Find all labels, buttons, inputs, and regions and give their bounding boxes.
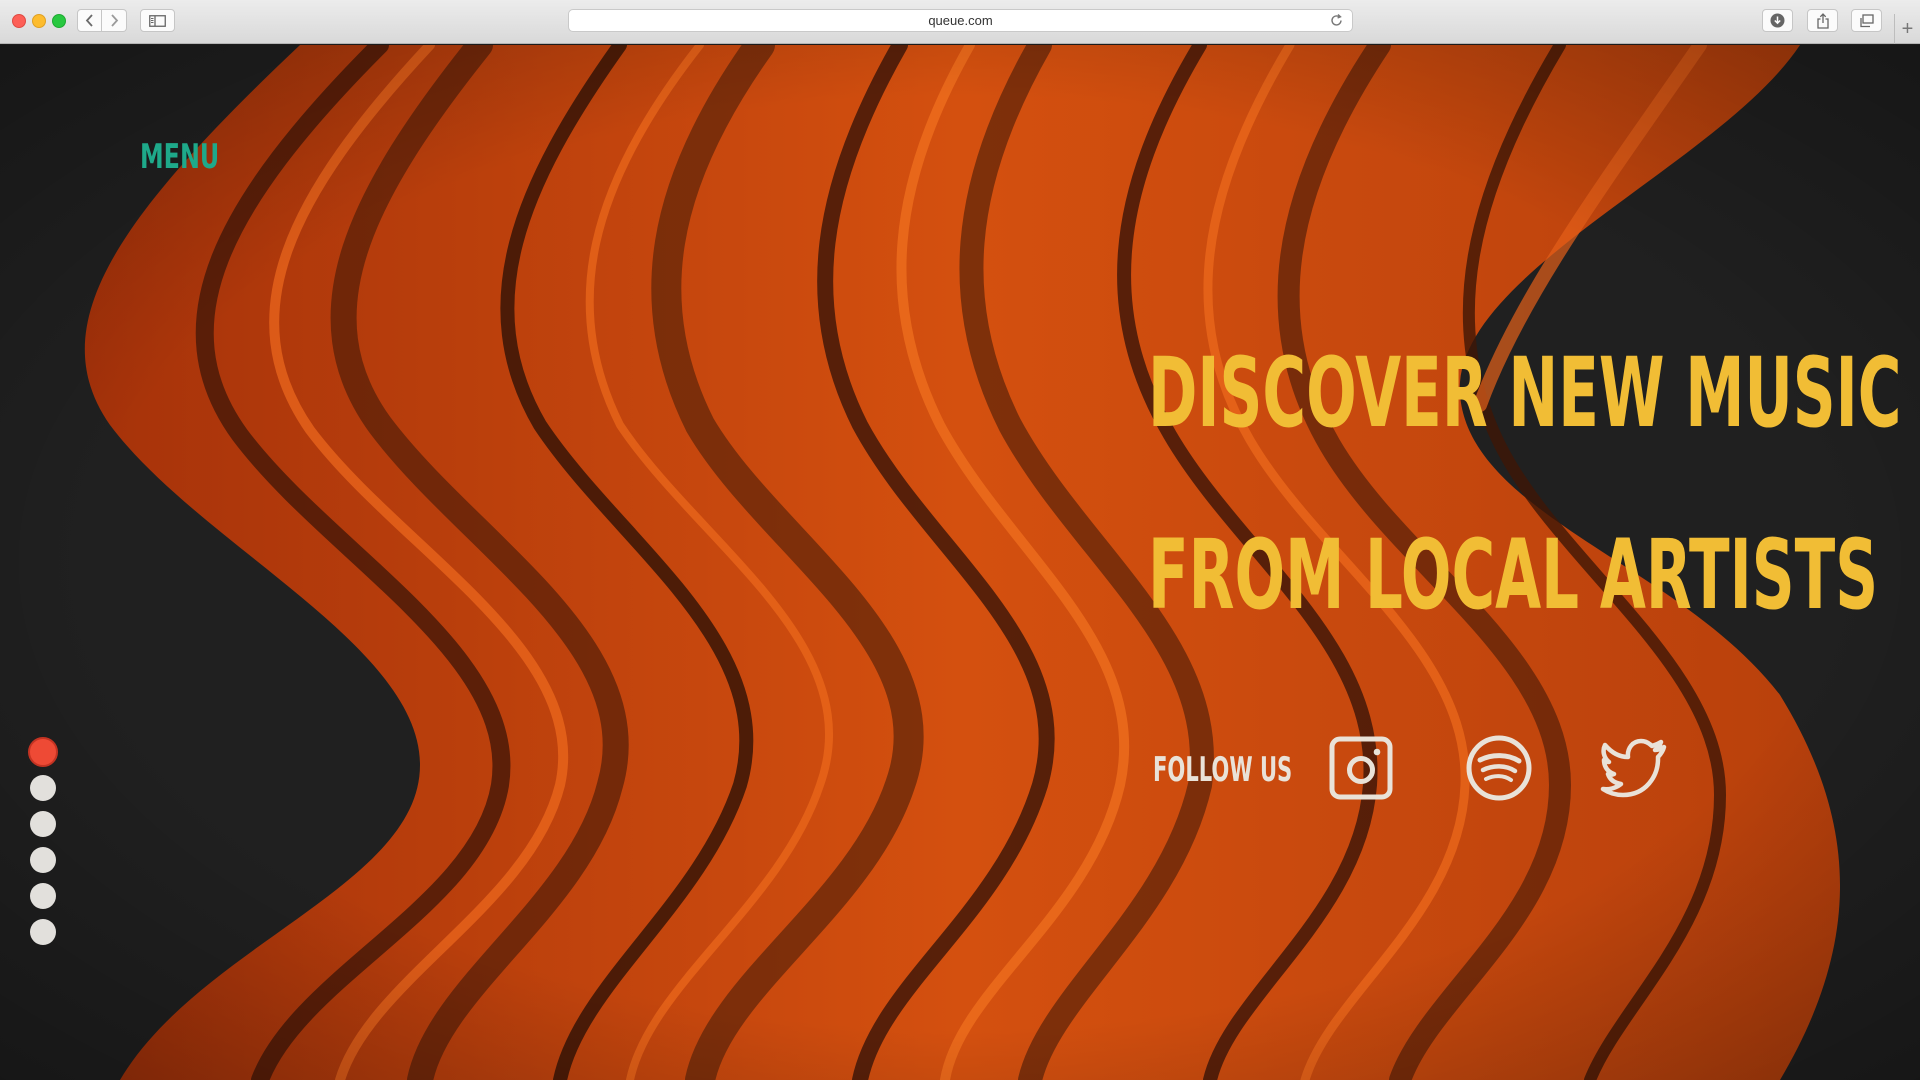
browser-toolbar: queue.com + bbox=[0, 0, 1920, 44]
downloads-button[interactable] bbox=[1762, 9, 1793, 32]
chevron-left-icon bbox=[85, 14, 93, 27]
headline-line-2: FROM LOCAL ARTISTS bbox=[1148, 519, 1879, 631]
sidebar-toggle-button[interactable] bbox=[140, 9, 175, 32]
history-nav bbox=[77, 9, 127, 32]
section-pager bbox=[28, 737, 58, 955]
hero-section: MENU DISCOVER NEW MUSIC FROM LOCAL ARTIS… bbox=[0, 45, 1920, 1080]
url-text: queue.com bbox=[928, 13, 993, 28]
twitter-icon[interactable] bbox=[1600, 733, 1670, 803]
reload-icon[interactable] bbox=[1329, 13, 1344, 28]
minimize-window-button[interactable] bbox=[32, 14, 46, 28]
close-window-button[interactable] bbox=[12, 14, 26, 28]
pager-dot[interactable] bbox=[30, 775, 56, 801]
address-bar[interactable]: queue.com bbox=[568, 9, 1353, 32]
back-button[interactable] bbox=[77, 9, 102, 32]
hero-headline: DISCOVER NEW MUSIC FROM LOCAL ARTISTS bbox=[1148, 345, 1901, 623]
instagram-icon[interactable] bbox=[1326, 733, 1396, 803]
pager-dot[interactable] bbox=[30, 919, 56, 945]
headline-line-1: DISCOVER NEW MUSIC bbox=[1148, 337, 1902, 449]
pager-dot[interactable] bbox=[30, 811, 56, 837]
spotify-icon[interactable] bbox=[1464, 733, 1534, 803]
forward-button[interactable] bbox=[102, 9, 127, 32]
plus-icon: + bbox=[1901, 17, 1914, 40]
download-icon bbox=[1770, 13, 1785, 28]
zoom-window-button[interactable] bbox=[52, 14, 66, 28]
menu-button[interactable]: MENU bbox=[140, 137, 219, 177]
sidebar-icon bbox=[149, 14, 166, 27]
share-icon bbox=[1816, 12, 1829, 29]
follow-us-label: FOLLOW US bbox=[1153, 750, 1293, 790]
tabs-overview-icon bbox=[1860, 13, 1874, 27]
pager-dot-active[interactable] bbox=[28, 737, 58, 767]
share-button[interactable] bbox=[1807, 9, 1838, 32]
new-tab-button[interactable]: + bbox=[1894, 14, 1920, 44]
pager-dot[interactable] bbox=[30, 883, 56, 909]
pager-dot[interactable] bbox=[30, 847, 56, 873]
show-tabs-button[interactable] bbox=[1851, 9, 1882, 32]
chevron-right-icon bbox=[110, 14, 118, 27]
